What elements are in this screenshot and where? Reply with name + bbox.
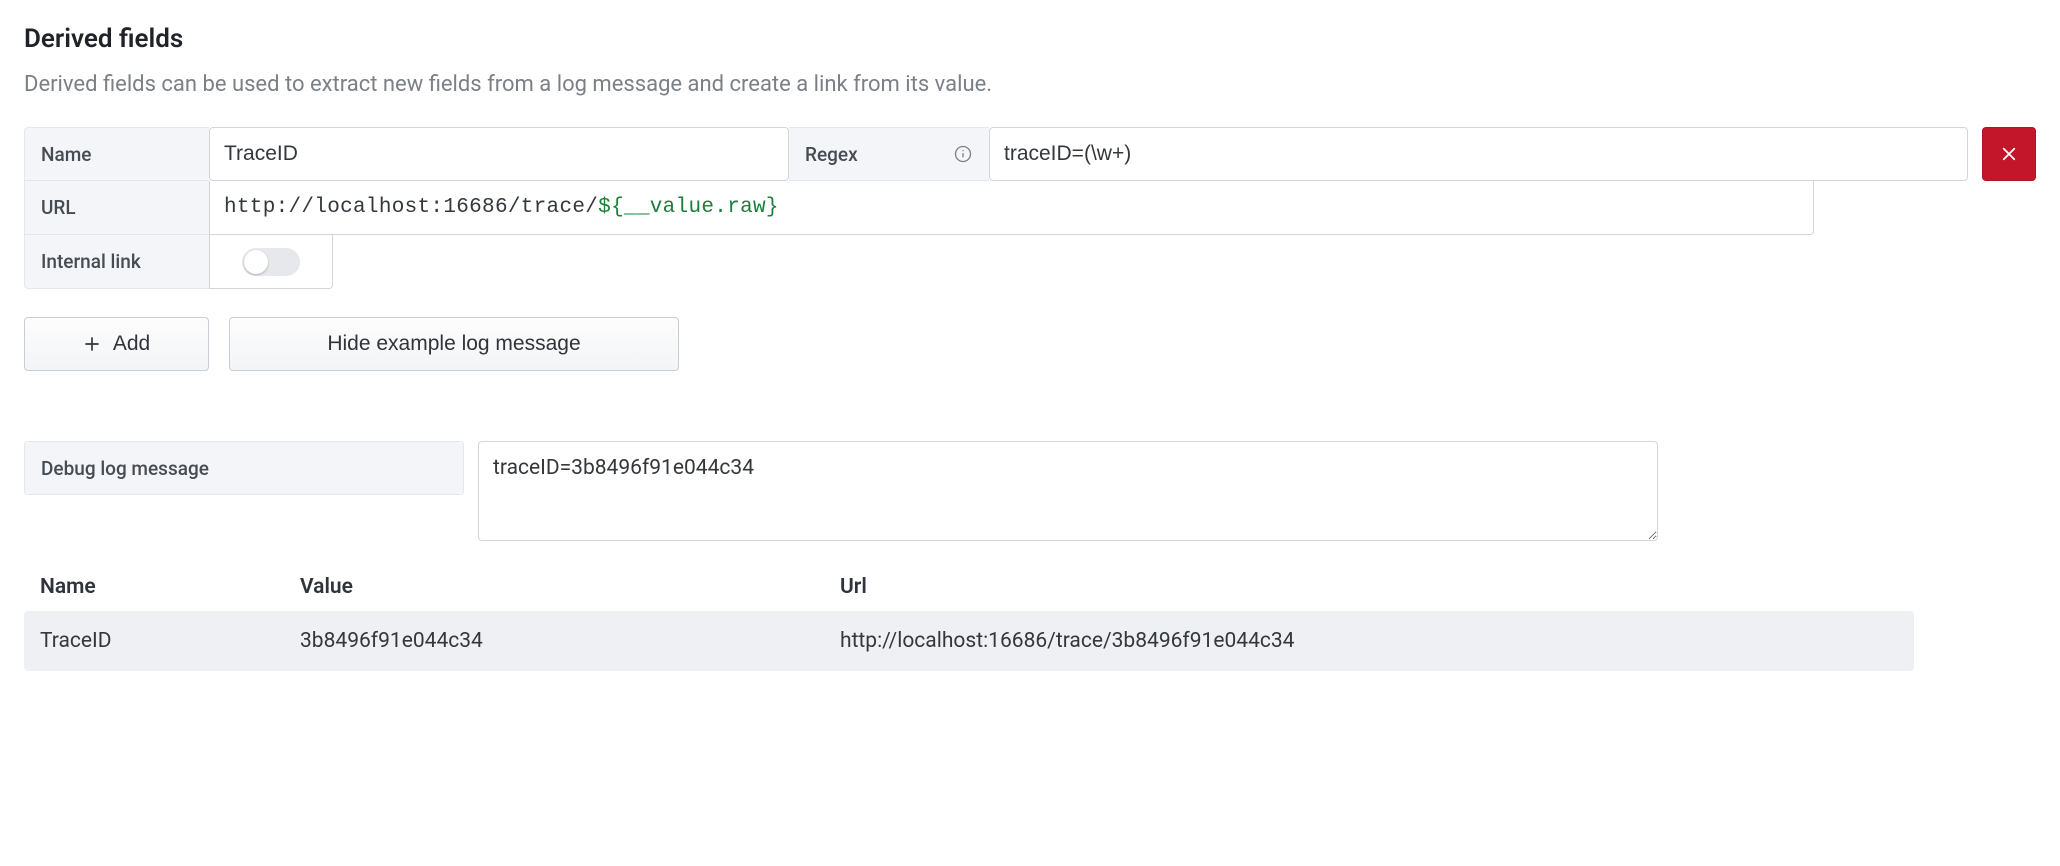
- debug-log-textarea[interactable]: [478, 441, 1658, 541]
- table-row: TraceID 3b8496f91e044c34 http://localhos…: [24, 611, 1914, 671]
- section-title: Derived fields: [24, 24, 2036, 54]
- cell-value: 3b8496f91e044c34: [284, 611, 824, 671]
- hide-example-button-label: Hide example log message: [327, 332, 580, 356]
- info-icon[interactable]: [953, 144, 973, 164]
- cell-url: http://localhost:16686/trace/3b8496f91e0…: [824, 611, 1914, 671]
- section-description: Derived fields can be used to extract ne…: [24, 72, 2036, 97]
- field-row-3: Internal link: [24, 235, 2036, 289]
- regex-label-text: Regex: [805, 143, 858, 166]
- field-row-1: Name Regex: [24, 127, 2036, 181]
- cell-name: TraceID: [24, 611, 284, 671]
- plus-icon: [83, 335, 101, 353]
- table-header-row: Name Value Url: [24, 563, 1914, 611]
- close-icon: [2000, 145, 2018, 163]
- name-input[interactable]: [209, 127, 789, 181]
- url-input[interactable]: http://localhost:16686/trace/${__value.r…: [209, 181, 1814, 235]
- col-header-value: Value: [284, 563, 824, 611]
- regex-label: Regex: [789, 127, 989, 181]
- internal-link-toggle-wrap: [209, 235, 333, 289]
- regex-input[interactable]: [989, 127, 1968, 181]
- url-template-text: ${__value.raw}: [598, 196, 779, 219]
- internal-link-label: Internal link: [24, 235, 209, 289]
- debug-block: Debug log message: [24, 441, 2036, 541]
- field-row-2: URL http://localhost:16686/trace/${__val…: [24, 181, 1814, 235]
- debug-log-label: Debug log message: [24, 441, 464, 495]
- col-header-url: Url: [824, 563, 1914, 611]
- name-label: Name: [24, 127, 209, 181]
- toggle-knob: [244, 250, 268, 274]
- button-row: Add Hide example log message: [24, 317, 2036, 371]
- url-static-text: http://localhost:16686/trace/: [224, 196, 598, 219]
- add-button-label: Add: [113, 332, 150, 356]
- url-label: URL: [24, 181, 209, 235]
- internal-link-toggle[interactable]: [242, 248, 300, 276]
- result-table: Name Value Url TraceID 3b8496f91e044c34 …: [24, 563, 1914, 671]
- col-header-name: Name: [24, 563, 284, 611]
- delete-field-button[interactable]: [1982, 127, 2036, 181]
- add-button[interactable]: Add: [24, 317, 209, 371]
- hide-example-button[interactable]: Hide example log message: [229, 317, 679, 371]
